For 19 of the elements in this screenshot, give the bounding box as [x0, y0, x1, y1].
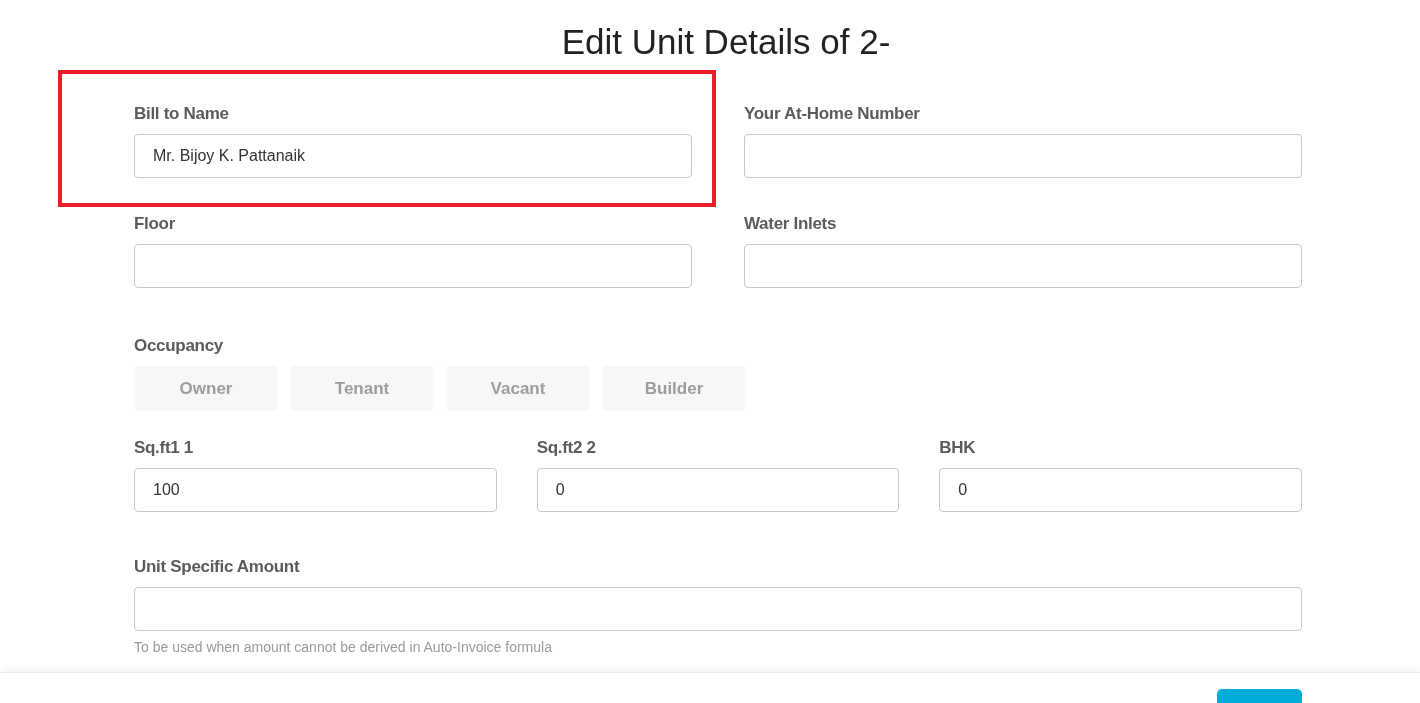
field-label: Occupancy	[134, 336, 224, 356]
field-label: Water Inlets	[744, 214, 838, 234]
input-field[interactable]: 0	[536, 468, 900, 512]
field-label: Unit Specific Amount	[134, 557, 301, 577]
input-field[interactable]: 100	[134, 468, 497, 512]
field-label: Sq.ft1 1	[134, 438, 194, 458]
field-label: Your At-Home Number	[744, 104, 921, 124]
field-label: Bill to Name	[134, 104, 230, 124]
input-field[interactable]	[744, 244, 1302, 288]
field-label: Floor	[134, 214, 176, 234]
page-title: Edit Unit Details of 2-	[560, 22, 891, 62]
input-field[interactable]	[134, 587, 1302, 631]
input-field[interactable]	[744, 134, 1302, 178]
help-text: To be used when amount cannot be derived in Auto-Invoice formula	[134, 639, 553, 655]
input-field[interactable]: Mr. Bijoy K. Pattanaik	[134, 134, 692, 178]
input-field[interactable]: 0	[939, 468, 1302, 512]
field-label: BHK	[939, 438, 977, 458]
field-label: Sq.ft2 2	[536, 438, 597, 458]
input-field[interactable]	[134, 244, 692, 288]
